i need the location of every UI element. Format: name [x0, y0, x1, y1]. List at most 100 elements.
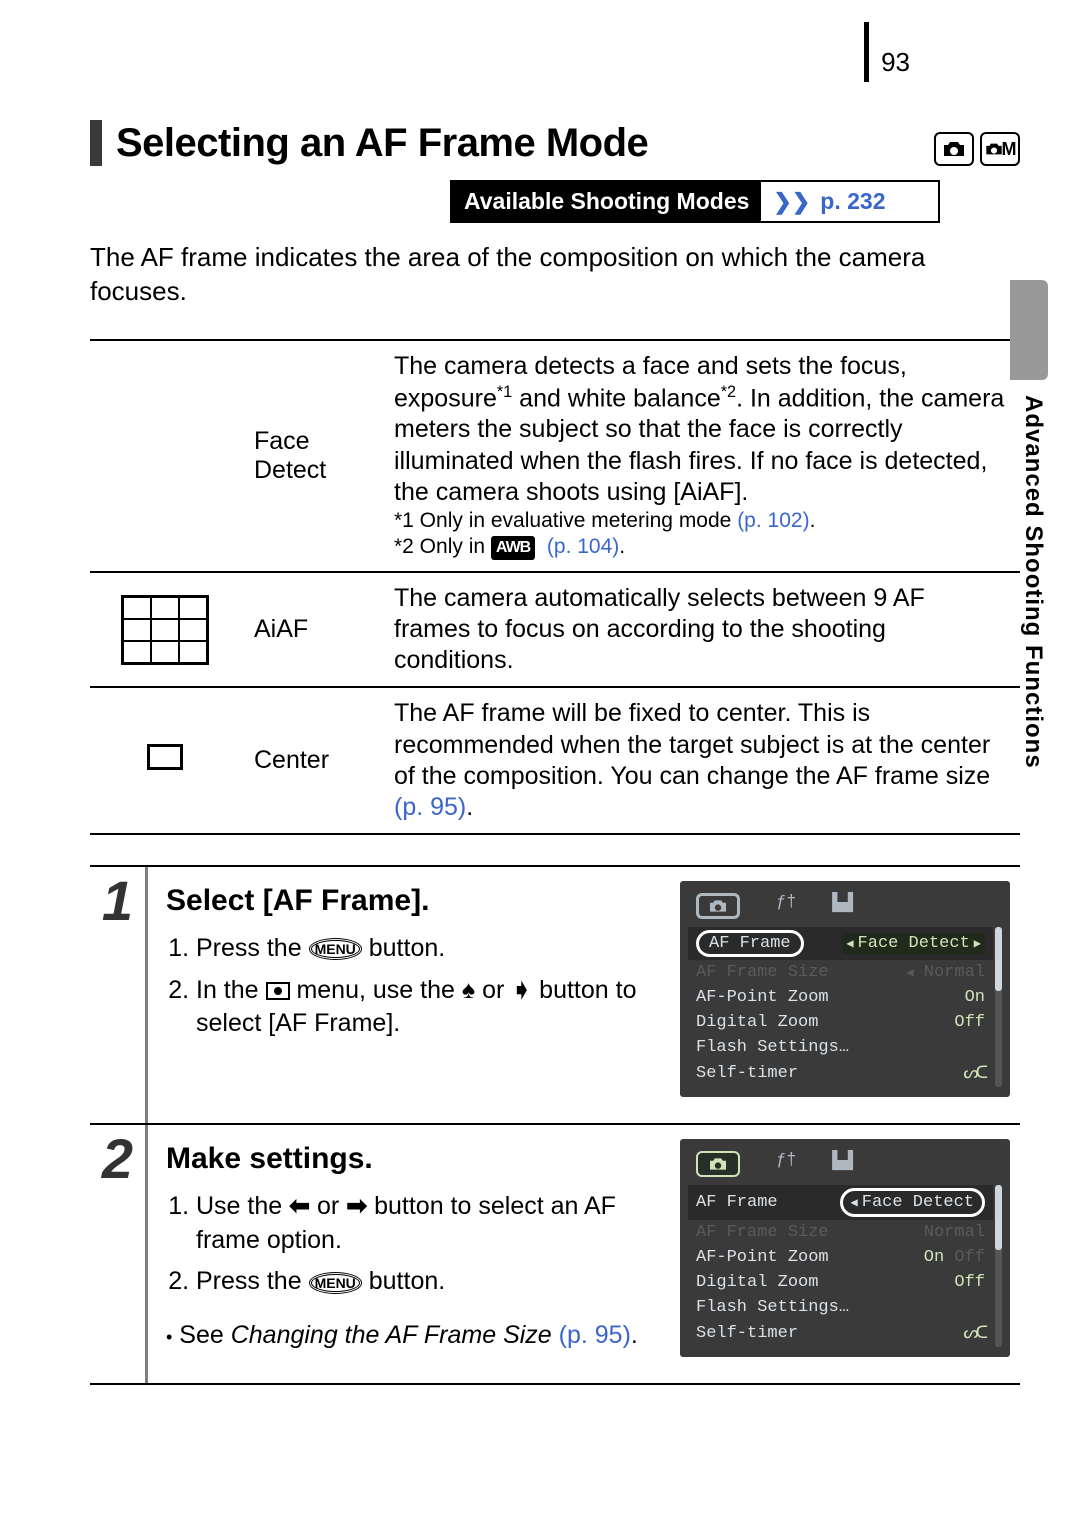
page-number-wrap: 93: [864, 22, 910, 82]
step-title: Make settings.: [166, 1139, 660, 1180]
right-triangle-icon: ▶: [974, 936, 981, 951]
lcd-row-af-frame: AF Frame ◀ Face Detect: [688, 1185, 993, 1220]
self-timer-icon: ᔕᑕ: [963, 1063, 985, 1084]
step-item: 1 Select [AF Frame]. Press the MENU butt…: [90, 867, 1020, 1125]
step-number-col: 2: [90, 1125, 148, 1383]
page-title: Selecting an AF Frame Mode: [116, 121, 934, 166]
lcd-field-value: On Off: [924, 1248, 985, 1267]
lcd-row: AF Frame Size Normal: [688, 1220, 993, 1245]
camera-auto-icon: [934, 132, 974, 166]
shooting-mode-icons: M: [934, 132, 1020, 166]
left-arrow-icon: ⬅: [289, 1192, 310, 1220]
lcd-tab-tools-icon: ƒ†: [776, 1151, 796, 1177]
left-triangle-icon: ◀: [851, 1195, 858, 1210]
intro-paragraph: The AF frame indicates the area of the c…: [90, 241, 1020, 309]
step-item: 2 Make settings. Use the ⬅ or ➡ button t…: [90, 1125, 1020, 1385]
af-mode-description: The AF frame will be fixed to center. Th…: [380, 687, 1020, 834]
lcd-field-label: Digital Zoom: [696, 1273, 818, 1292]
lcd-field-value-highlighted: ◀ Face Detect: [840, 1188, 985, 1217]
menu-button-icon: MENU: [309, 1272, 362, 1294]
page-number-bar: [864, 22, 869, 82]
right-arrow-icon: ➡: [346, 1192, 367, 1220]
substep: Use the ⬅ or ➡ button to select an AF fr…: [196, 1190, 660, 1258]
lcd-row: Self-timer ᔕᑕ: [688, 1320, 993, 1347]
table-row: Face Detect The camera detects a face an…: [90, 340, 1020, 572]
lcd-row: Flash Settings…: [688, 1035, 993, 1060]
lcd-tabs: ƒ† ▙▟: [688, 1147, 1002, 1185]
available-shooting-modes-box: Available Shooting Modes ❯❯ p. 232: [450, 180, 940, 223]
available-modes-label: Available Shooting Modes: [452, 182, 761, 221]
available-modes-page-ref[interactable]: p. 232: [820, 188, 895, 215]
lcd-row: Flash Settings…: [688, 1295, 993, 1320]
footnote-2: *2 Only in AWB (p. 104).: [394, 534, 1006, 560]
lcd-row: Digital Zoom Off: [688, 1010, 993, 1035]
substep: Press the MENU button.: [196, 932, 660, 966]
lcd-row-af-frame: AF Frame ◀ Face Detect ▶: [688, 927, 993, 960]
see-also-note: • See Changing the AF Frame Size (p. 95)…: [166, 1319, 660, 1353]
lcd-field-value: Normal: [924, 1223, 985, 1242]
lcd-row: AF-Point Zoom On: [688, 985, 993, 1010]
page-ref-link[interactable]: (p. 95): [559, 1321, 631, 1349]
table-row: Center The AF frame will be fixed to cen…: [90, 687, 1020, 834]
manual-page: 93 Selecting an AF Frame Mode M Availabl…: [0, 0, 1080, 1521]
lcd-tab-person-icon: ▙▟: [832, 1151, 852, 1177]
lcd-row: AF-Point Zoom On Off: [688, 1245, 993, 1270]
step-title: Select [AF Frame].: [166, 881, 660, 922]
page-ref-link[interactable]: (p. 104): [547, 535, 619, 558]
camera-lcd-screenshot: ƒ† ▙▟ AF Frame ◀ Face Detect: [680, 1139, 1010, 1357]
lcd-field-label: AF-Point Zoom: [696, 988, 829, 1007]
lcd-row: Self-timer ᔕᑕ: [688, 1060, 993, 1087]
lcd-field-value: On: [965, 988, 985, 1007]
af-mode-name: Center: [240, 687, 380, 834]
substeps: Use the ⬅ or ➡ button to select an AF fr…: [168, 1190, 660, 1299]
af-mode-description: The camera detects a face and sets the f…: [380, 340, 1020, 572]
chapter-label: Advanced Shooting Functions: [1019, 395, 1047, 769]
footnote-1: *1 Only in evaluative metering mode (p. …: [394, 508, 1006, 534]
aiaf-grid-icon: [121, 595, 209, 665]
awb-icon: AWB: [491, 536, 535, 560]
lcd-field-label: Flash Settings…: [696, 1038, 849, 1057]
chapter-tab: [1010, 280, 1048, 380]
left-triangle-icon: ◀: [846, 936, 853, 951]
lcd-field-value: ◀ Face Detect ▶: [842, 933, 985, 954]
page-number: 93: [881, 47, 910, 82]
table-row: AiAF The camera automatically selects be…: [90, 572, 1020, 688]
step-number: 2: [102, 1131, 133, 1187]
camera-manual-icon: M: [980, 132, 1020, 166]
lcd-tabs: ƒ† ▙▟: [688, 889, 1002, 927]
lcd-field-label: Self-timer: [696, 1324, 798, 1343]
substep: Press the MENU button.: [196, 1265, 660, 1299]
lcd-field-label: Self-timer: [696, 1064, 798, 1083]
steps-list: 1 Select [AF Frame]. Press the MENU butt…: [90, 865, 1020, 1385]
lcd-field-value: Off: [954, 1013, 985, 1032]
camera-lcd-screenshot: ƒ† ▙▟ AF Frame ◀ Face Detect ▶: [680, 881, 1010, 1097]
up-arrow-icon: ♠: [462, 976, 475, 1004]
step-number-col: 1: [90, 867, 148, 1123]
lcd-tab-camera-icon: [696, 1151, 740, 1177]
lcd-field-value: ◀ Normal: [906, 963, 985, 982]
lcd-row: AF Frame Size ◀ Normal: [688, 960, 993, 985]
lcd-field-label: AF-Point Zoom: [696, 1248, 829, 1267]
af-mode-name: Face Detect: [240, 340, 380, 572]
heading-bar: [90, 120, 102, 166]
page-ref-link[interactable]: (p. 102): [737, 509, 809, 532]
lcd-scrollbar: [995, 1185, 1002, 1347]
lcd-field-label: AF Frame: [696, 930, 804, 957]
substep: In the menu, use the ♠ or ➧ button to se…: [196, 974, 660, 1042]
page-ref-link[interactable]: (p. 95): [394, 793, 466, 821]
lcd-field-label: AF Frame Size: [696, 963, 829, 982]
chevron-right-icon: ❯❯: [761, 189, 820, 215]
lcd-tab-tools-icon: ƒ†: [776, 893, 796, 919]
record-menu-icon: [266, 982, 290, 1000]
af-mode-name: AiAF: [240, 572, 380, 688]
step-number: 1: [102, 873, 133, 929]
face-detect-icon: [120, 414, 210, 498]
menu-button-icon: MENU: [309, 938, 362, 960]
down-arrow-icon: ➧: [511, 976, 532, 1004]
substeps: Press the MENU button. In the menu, use …: [168, 932, 660, 1041]
lcd-field-value: Off: [954, 1273, 985, 1292]
lcd-scrollbar: [995, 927, 1002, 1087]
heading-row: Selecting an AF Frame Mode M: [90, 120, 1020, 166]
af-mode-description: The camera automatically selects between…: [380, 572, 1020, 688]
lcd-field-label: AF Frame Size: [696, 1223, 829, 1242]
